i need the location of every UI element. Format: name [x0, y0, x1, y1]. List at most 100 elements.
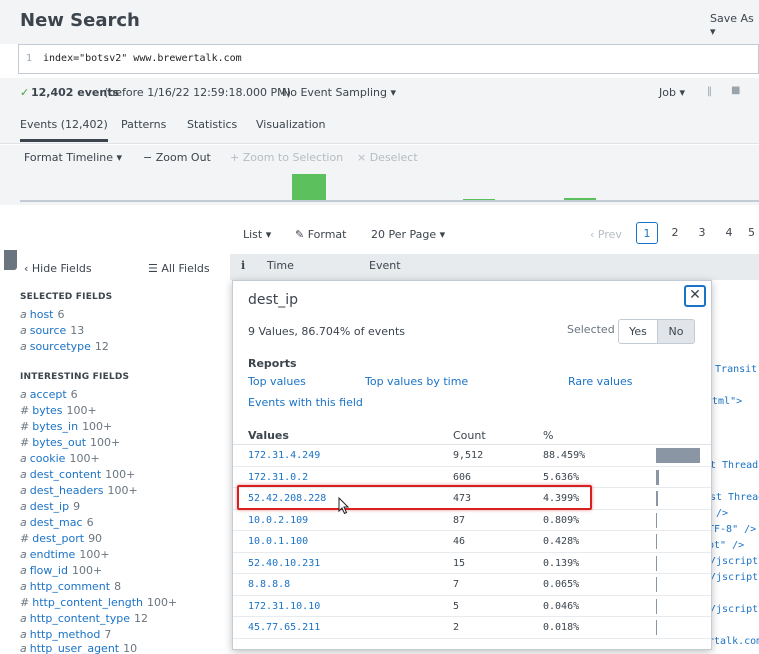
field-dest-content[interactable]: a dest_content 100+ — [20, 468, 135, 481]
field-dest-port[interactable]: # dest_port 90 — [20, 532, 102, 545]
value-link[interactable]: 45.77.65.211 — [248, 622, 320, 633]
value-percent: 0.018% — [543, 622, 580, 633]
stop-icon[interactable]: ■ — [731, 85, 740, 96]
page-2-button[interactable]: 2 — [664, 222, 686, 244]
deselect-button[interactable]: × Deselect — [357, 151, 418, 164]
event-text-fragment: pt" /> — [708, 540, 745, 551]
tab-events[interactable]: Events (12,402) — [20, 118, 108, 142]
value-bar-track — [656, 491, 701, 506]
close-icon[interactable]: ✕ — [684, 285, 706, 307]
page-3-button[interactable]: 3 — [691, 222, 713, 244]
value-bar — [656, 555, 657, 571]
field-http-method[interactable]: a http_method 7 — [20, 628, 111, 641]
value-link[interactable]: 10.0.1.100 — [248, 536, 308, 547]
interesting-fields-title: INTERESTING FIELDS — [20, 372, 130, 382]
page-1-button[interactable]: 1 — [636, 222, 658, 244]
pause-icon[interactable]: ‖ — [707, 86, 712, 97]
tab-patterns[interactable]: Patterns — [121, 118, 166, 131]
page-5-button[interactable]: 5 — [744, 222, 759, 244]
mouse-cursor-icon — [338, 497, 350, 515]
selected-no-button[interactable]: No — [657, 319, 695, 344]
format-button[interactable]: ✎ Format — [295, 228, 346, 241]
field-accept[interactable]: a accept 6 — [20, 388, 78, 401]
field-dest-mac[interactable]: a dest_mac 6 — [20, 516, 94, 529]
value-bar-track — [656, 620, 701, 635]
prev-page-button[interactable]: ‹ Prev — [590, 228, 622, 241]
event-sampling-dropdown[interactable]: No Event Sampling ▾ — [282, 86, 396, 99]
value-bar-track — [656, 448, 701, 463]
search-time-range: (before 1/16/22 12:59:18.000 PM) — [104, 86, 291, 99]
events-with-field-link[interactable]: Events with this field — [248, 396, 363, 409]
value-percent: 0.428% — [543, 536, 580, 547]
value-link[interactable]: 10.0.2.109 — [248, 515, 308, 526]
event-text-fragment: /jscripts — [710, 604, 759, 615]
value-row[interactable]: 172.31.4.249 9,512 88.459% — [233, 445, 711, 467]
selected-yes-button[interactable]: Yes — [618, 319, 658, 344]
values-table: 172.31.4.249 9,512 88.459% 172.31.0.2 606 5.6… — [233, 445, 711, 641]
highlight-box — [237, 485, 592, 510]
selected-label: Selected — [567, 323, 615, 336]
event-text-fragment: TF-8" /> — [708, 524, 757, 535]
top-values-by-time-link[interactable]: Top values by time — [365, 375, 468, 388]
value-count: 7 — [453, 579, 460, 590]
value-percent: 0.046% — [543, 600, 580, 612]
popup-title: dest_ip — [248, 292, 299, 308]
value-row[interactable]: 8.8.8.8 7 0.065% — [233, 574, 711, 596]
value-row[interactable]: 52.40.10.231 15 0.139% — [233, 553, 711, 574]
format-timeline-dropdown[interactable]: Format Timeline ▾ — [24, 151, 122, 164]
value-link[interactable]: 8.8.8.8 — [248, 579, 290, 590]
value-row[interactable]: 172.31.10.10 5 0.046% — [233, 596, 711, 617]
field-flow-id[interactable]: a flow_id 100+ — [20, 564, 102, 577]
value-row[interactable]: 10.0.1.100 46 0.428% — [233, 531, 711, 553]
field-http-comment[interactable]: a http_comment 8 — [20, 580, 121, 593]
field-http-content-type[interactable]: a http_content_type 12 — [20, 612, 148, 625]
timeline-axis — [20, 200, 759, 202]
field-cookie[interactable]: a cookie 100+ — [20, 452, 100, 465]
event-column-header[interactable]: Event — [369, 259, 401, 272]
save-as-button[interactable]: Save As ▾ — [710, 12, 759, 38]
value-link[interactable]: 172.31.0.2 — [248, 472, 308, 483]
field-bytes[interactable]: # bytes 100+ — [20, 404, 97, 417]
tab-visualization[interactable]: Visualization — [256, 118, 325, 131]
value-link[interactable]: 52.40.10.231 — [248, 558, 320, 569]
field-http-user-agent[interactable]: a http_user_agent 10 — [20, 642, 137, 654]
per-page-dropdown[interactable]: 20 Per Page ▾ — [371, 228, 445, 241]
value-link[interactable]: 172.31.10.10 — [248, 601, 320, 612]
search-input[interactable]: 1 index="botsv2" www.brewertalk.com — [18, 44, 759, 74]
value-row[interactable]: 10.0.2.109 87 0.809% — [233, 510, 711, 531]
value-row[interactable]: 45.77.65.211 2 0.018% — [233, 617, 711, 639]
check-icon: ✓ — [20, 86, 30, 99]
field-sourcetype[interactable]: a sourcetype 12 — [20, 340, 109, 353]
zoom-to-selection-button[interactable]: + Zoom to Selection — [230, 151, 343, 164]
value-bar — [656, 491, 659, 506]
event-text-fragment: /jscripts — [710, 572, 759, 583]
field-endtime[interactable]: a endtime 100+ — [20, 548, 110, 561]
tabs-row: Events (12,402) Patterns Statistics Visu… — [0, 106, 759, 144]
field-source[interactable]: a source 13 — [20, 324, 84, 337]
field-bytes-out[interactable]: # bytes_out 100+ — [20, 436, 120, 449]
page-4-button[interactable]: 4 — [718, 222, 740, 244]
timeline-bar[interactable] — [292, 174, 326, 201]
time-column-header[interactable]: Time — [267, 259, 294, 272]
field-dest-headers[interactable]: a dest_headers 100+ — [20, 484, 138, 497]
field-http-content-length[interactable]: # http_content_length 100+ — [20, 596, 177, 609]
rare-values-link[interactable]: Rare values — [568, 375, 632, 388]
hide-fields-button[interactable]: ‹ Hide Fields — [24, 262, 92, 275]
fields-sidebar-header: ‹ Hide Fields ☰ All Fields — [0, 254, 230, 282]
tab-statistics[interactable]: Statistics — [187, 118, 237, 131]
field-dest-ip[interactable]: a dest_ip 9 — [20, 500, 80, 513]
value-count: 9,512 — [453, 450, 484, 461]
job-menu[interactable]: Job ▾ — [659, 86, 685, 99]
field-host[interactable]: a host 6 — [20, 308, 65, 321]
top-values-link[interactable]: Top values — [248, 375, 306, 388]
value-link[interactable]: 172.31.4.249 — [248, 450, 320, 461]
all-fields-button[interactable]: ☰ All Fields — [148, 262, 210, 275]
status-row: ✓ 12,402 events (before 1/16/22 12:59:18… — [0, 78, 759, 106]
field-bytes-in[interactable]: # bytes_in 100+ — [20, 420, 112, 433]
zoom-out-button[interactable]: − Zoom Out — [143, 151, 211, 164]
value-count: 15 — [453, 557, 466, 569]
list-view-dropdown[interactable]: List ▾ — [243, 228, 271, 241]
events-table-header: i Time Event — [230, 254, 759, 280]
value-bar-track — [656, 469, 701, 485]
search-query[interactable]: index="botsv2" www.brewertalk.com — [43, 53, 242, 64]
